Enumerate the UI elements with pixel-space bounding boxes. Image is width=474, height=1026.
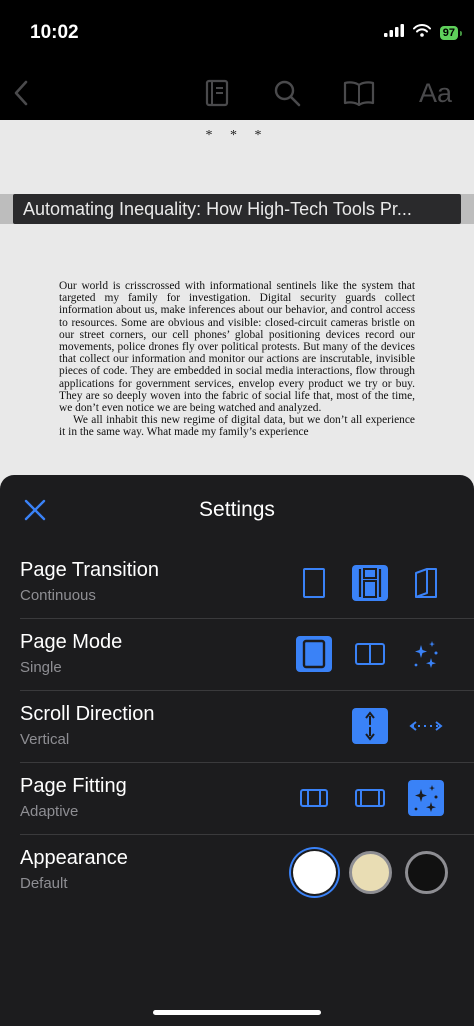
fit-width-icon[interactable] [296, 780, 332, 816]
search-icon[interactable] [270, 76, 304, 110]
scroll-horizontal-icon[interactable] [408, 708, 444, 744]
section-separator: * * * [205, 128, 269, 143]
book-page[interactable]: * * * Automating Inequality: How High-Te… [0, 120, 474, 520]
home-indicator[interactable] [153, 1010, 321, 1015]
book-icon[interactable] [342, 76, 376, 110]
settings-title: Settings [199, 498, 275, 521]
scroll-vertical-icon[interactable] [352, 708, 388, 744]
table-of-contents-icon[interactable] [200, 76, 234, 110]
setting-value: Default [20, 875, 68, 892]
status-bar: 10:02 97 [0, 0, 474, 66]
setting-label: Page Mode [20, 631, 123, 653]
paragraph: We all inhabit this new regime of digita… [59, 414, 415, 439]
appearance-sepia-swatch[interactable] [349, 851, 392, 894]
setting-row-scroll-direction: Scroll Direction Vertical [20, 691, 474, 763]
setting-value: Single [20, 659, 62, 676]
setting-label: Page Transition [20, 559, 159, 581]
setting-row-page-fitting: Page Fitting Adaptive [20, 763, 474, 835]
setting-label: Scroll Direction [20, 703, 155, 725]
appearance-white-swatch[interactable] [293, 851, 336, 894]
paragraph: Our world is crisscrossed with informati… [59, 280, 415, 415]
setting-value: Adaptive [20, 803, 79, 820]
book-text: Our world is crisscrossed with informati… [59, 280, 415, 439]
status-icons: 97 [383, 24, 463, 42]
appearance-black-swatch[interactable] [405, 851, 448, 894]
transition-page-curl-icon[interactable] [408, 565, 444, 601]
fit-height-icon[interactable] [352, 780, 388, 816]
setting-value: Vertical [20, 731, 70, 748]
mode-double-icon[interactable] [352, 636, 388, 672]
back-chevron-icon[interactable] [4, 76, 38, 110]
setting-value: Continuous [20, 587, 96, 604]
setting-label: Appearance [20, 847, 128, 869]
settings-sheet: Settings Page Transition Continuous Page… [0, 475, 474, 1026]
transition-continuous-icon[interactable] [352, 565, 388, 601]
setting-row-appearance: Appearance Default [20, 835, 474, 907]
chapter-title-banner: Automating Inequality: How High-Tech Too… [13, 194, 461, 224]
fit-adaptive-sparkle-icon[interactable] [408, 780, 444, 816]
mode-single-icon[interactable] [296, 636, 332, 672]
setting-row-page-transition: Page Transition Continuous [20, 547, 474, 619]
setting-label: Page Fitting [20, 775, 127, 797]
battery-icon: 97 [439, 26, 463, 40]
reader-toolbar: Aa [0, 66, 474, 120]
status-time: 10:02 [30, 22, 79, 43]
transition-page-icon[interactable] [296, 565, 332, 601]
wifi-icon [412, 24, 431, 42]
setting-row-page-mode: Page Mode Single [20, 619, 474, 691]
mode-auto-sparkle-icon[interactable] [408, 636, 444, 672]
text-settings-button[interactable]: Aa [419, 78, 452, 109]
signal-icon [383, 24, 404, 42]
